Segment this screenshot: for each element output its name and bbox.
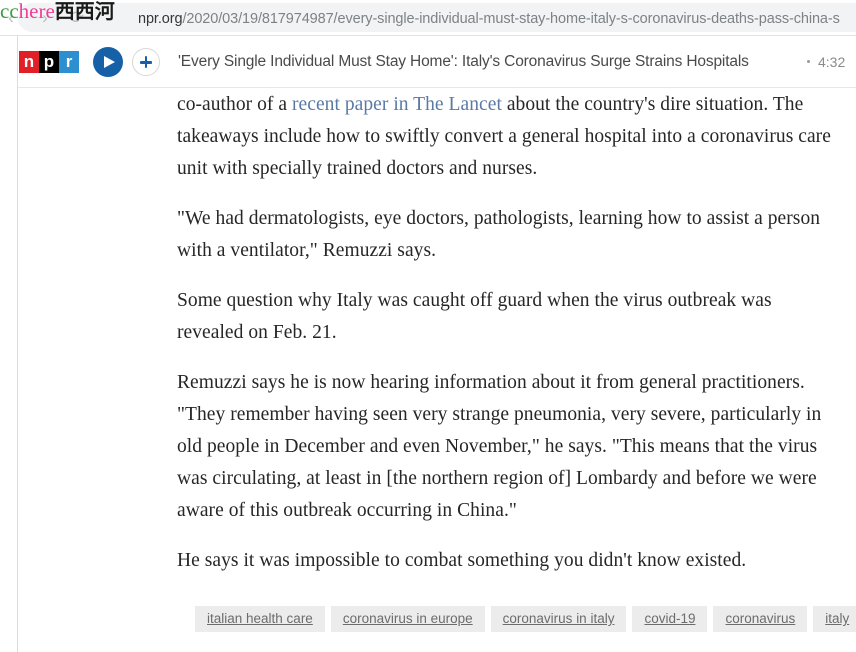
- tag-item[interactable]: coronavirus in europe: [330, 606, 485, 632]
- paragraph: Remuzzi says he is now hearing informati…: [177, 372, 822, 521]
- watermark-cc: cc: [0, 0, 19, 23]
- tag-item[interactable]: coronavirus: [713, 606, 808, 632]
- paragraph-text-before-link: co-author of a: [177, 94, 292, 115]
- watermark-chinese: 西西河: [54, 1, 115, 23]
- address-bar[interactable]: npr.org/2020/03/19/817974987/every-singl…: [18, 3, 856, 32]
- browser-chrome: npr.org/2020/03/19/817974987/every-singl…: [0, 0, 856, 36]
- url-path: /2020/03/19/817974987/every-single-indiv…: [182, 11, 840, 27]
- play-button[interactable]: [93, 47, 123, 77]
- play-triangle-icon: [104, 56, 115, 68]
- watermark-overlay: cchere西西河: [0, 0, 115, 25]
- npr-logo[interactable]: n p r: [19, 51, 79, 73]
- npr-player-bar: n p r 'Every Single Individual Must Stay…: [18, 36, 856, 88]
- npr-logo-n: n: [19, 51, 39, 73]
- npr-logo-r: r: [59, 51, 79, 73]
- url-text: npr.org/2020/03/19/817974987/every-singl…: [138, 11, 840, 27]
- paragraph: Some question why Italy was caught off g…: [177, 290, 772, 343]
- tag-list: italian health care coronavirus in europ…: [195, 606, 856, 632]
- player-separator-dot: [807, 60, 810, 63]
- tag-item[interactable]: italy: [813, 606, 856, 632]
- npr-logo-p: p: [39, 51, 59, 73]
- tag-item[interactable]: coronavirus in italy: [490, 606, 627, 632]
- paragraph: "We had dermatologists, eye doctors, pat…: [177, 208, 821, 261]
- plus-icon-vertical: [144, 56, 148, 69]
- article-column: co-author of a recent paper in The Lance…: [177, 89, 837, 595]
- tag-item[interactable]: covid-19: [632, 606, 708, 632]
- add-to-playlist-button[interactable]: [132, 48, 160, 76]
- watermark-here: here: [18, 0, 55, 23]
- lancet-paper-link[interactable]: recent paper in The Lancet: [292, 94, 502, 115]
- page-viewport: n p r 'Every Single Individual Must Stay…: [17, 36, 856, 652]
- url-host: npr.org: [138, 11, 183, 27]
- player-duration: 4:32: [818, 54, 846, 70]
- tag-item[interactable]: italian health care: [195, 606, 325, 632]
- paragraph: He says it was impossible to combat some…: [177, 550, 747, 571]
- paragraph: co-author of a recent paper in The Lance…: [177, 89, 837, 185]
- player-title[interactable]: 'Every Single Individual Must Stay Home'…: [178, 53, 749, 71]
